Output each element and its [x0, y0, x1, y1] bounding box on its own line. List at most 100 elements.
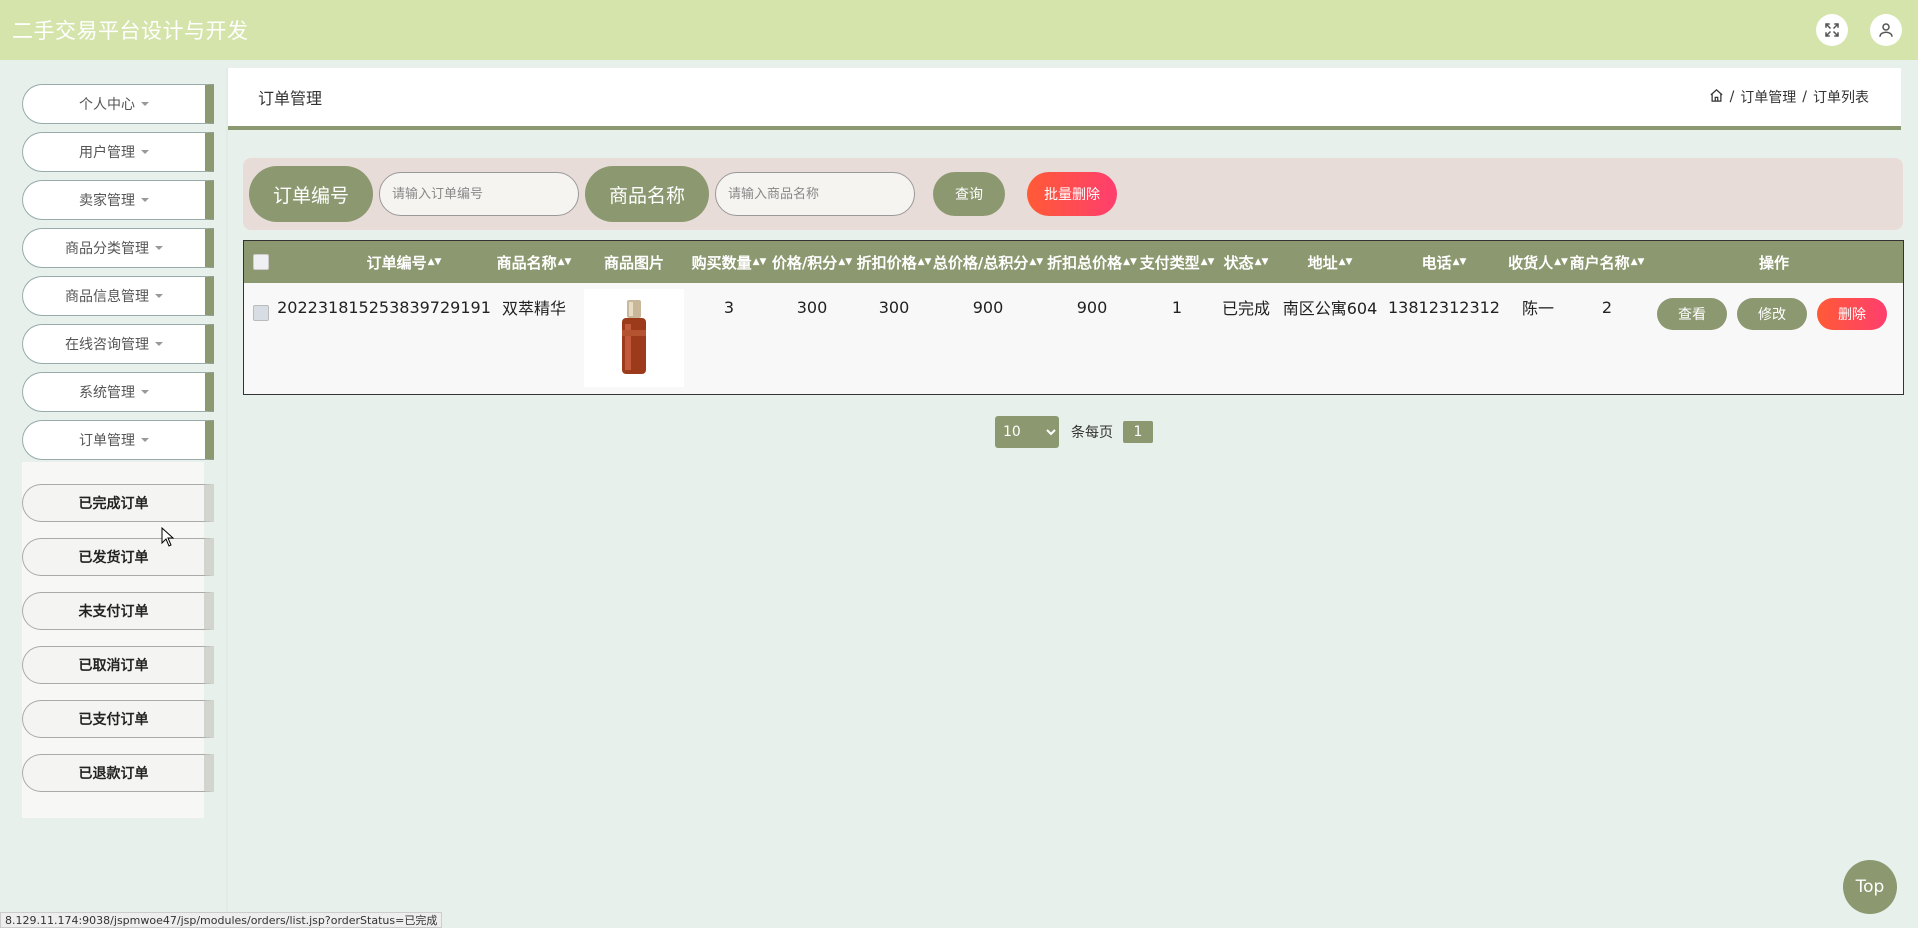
caret-down-icon [155, 246, 163, 250]
col-quantity[interactable]: 购买数量 ▲▼ [689, 241, 769, 283]
status-bar-url: 8.129.11.174:9038/jspmwoe47/jsp/modules/… [0, 912, 443, 928]
col-discount-total[interactable]: 折扣总价格 ▲▼ [1046, 241, 1138, 283]
sidebar-item-label: 订单管理 [79, 433, 135, 449]
breadcrumb-separator: / [1729, 89, 1735, 105]
col-pay-type[interactable]: 支付类型 ▲▼ [1138, 241, 1216, 283]
col-order-no[interactable]: 订单编号 ▲▼ [334, 241, 474, 283]
delete-button[interactable]: 删除 [1817, 298, 1887, 330]
col-merchant[interactable]: 商户名称 ▲▼ [1564, 241, 1650, 283]
cell-discount-total: 900 [1076, 297, 1108, 317]
cell-order-no: 202231815253839729191 [277, 297, 491, 317]
submenu-cancelled-orders[interactable]: 已取消订单 [22, 646, 214, 684]
select-all-checkbox[interactable] [253, 254, 269, 270]
fullscreen-icon[interactable] [1816, 14, 1848, 46]
app-title: 二手交易平台设计与开发 [12, 19, 249, 43]
sort-icon: ▲▼ [1630, 257, 1645, 267]
col-status[interactable]: 状态 ▲▼ [1218, 241, 1274, 283]
back-to-top-button[interactable]: Top [1843, 860, 1897, 914]
col-discount-price[interactable]: 折扣价格 ▲▼ [855, 241, 933, 283]
sort-icon: ▲▼ [1254, 257, 1269, 267]
submenu-shipped-orders[interactable]: 已发货订单 [22, 538, 214, 576]
col-product-name[interactable]: 商品名称 ▲▼ [484, 241, 584, 283]
col-product-image: 商品图片 [603, 253, 664, 272]
page-size-select[interactable]: 10 [995, 416, 1059, 448]
product-name-input[interactable] [715, 172, 916, 216]
sidebar-item-label: 用户管理 [79, 145, 135, 161]
sidebar-item-orders[interactable]: 订单管理 [22, 420, 214, 460]
sidebar-item-sellers[interactable]: 卖家管理 [22, 180, 214, 220]
sort-icon: ▲▼ [752, 257, 767, 267]
main-header: 订单管理 / 订单管理 / 订单列表 [228, 68, 1901, 130]
breadcrumb: / 订单管理 / 订单列表 [1709, 87, 1869, 107]
sidebar-item-label: 卖家管理 [79, 193, 135, 209]
breadcrumb-item-orders[interactable]: 订单管理 [1740, 87, 1796, 107]
col-receiver[interactable]: 收货人 ▲▼ [1506, 241, 1570, 283]
orders-table: 订单编号 ▲▼ 商品名称 ▲▼ 商品图片 购买数量 ▲▼ 价格/积分 ▲▼ 折扣价格 ▲▼… [243, 240, 1904, 395]
sidebar-item-products[interactable]: 商品信息管理 [22, 276, 214, 316]
table-header: 订单编号 ▲▼ 商品名称 ▲▼ 商品图片 购买数量 ▲▼ 价格/积分 ▲▼ 折扣价格 ▲▼… [244, 241, 1903, 283]
sidebar-item-categories[interactable]: 商品分类管理 [22, 228, 214, 268]
user-icon[interactable] [1870, 14, 1902, 46]
col-actions: 操作 [1758, 253, 1789, 272]
submenu-unpaid-orders[interactable]: 未支付订单 [22, 592, 214, 630]
sidebar-item-users[interactable]: 用户管理 [22, 132, 214, 172]
top-icons [1816, 14, 1902, 46]
cell-quantity: 3 [723, 297, 735, 317]
submenu-label: 已退款订单 [78, 766, 149, 782]
view-button[interactable]: 查看 [1657, 298, 1727, 330]
cell-total-price: 900 [972, 297, 1004, 317]
row-checkbox[interactable] [253, 305, 269, 321]
mouse-cursor-icon [161, 527, 175, 547]
sort-icon: ▲▼ [427, 257, 442, 267]
caret-down-icon [141, 438, 149, 442]
sort-icon: ▲▼ [557, 257, 572, 267]
batch-delete-button[interactable]: 批量删除 [1027, 172, 1118, 216]
sort-icon: ▲▼ [917, 257, 932, 267]
cell-discount-price: 300 [878, 297, 910, 317]
sidebar-item-consulting[interactable]: 在线咨询管理 [22, 324, 214, 364]
submenu-label: 未支付订单 [78, 604, 149, 620]
sidebar-item-system[interactable]: 系统管理 [22, 372, 214, 412]
cell-address: 南区公寓604 [1282, 299, 1378, 318]
submenu-refunded-orders[interactable]: 已退款订单 [22, 754, 214, 792]
caret-down-icon [155, 342, 163, 346]
search-bar: 订单编号 商品名称 查询 批量删除 [243, 158, 1903, 230]
breadcrumb-item-order-list: 订单列表 [1813, 90, 1869, 106]
cell-receiver: 陈一 [1521, 299, 1554, 318]
sort-icon: ▲▼ [838, 257, 853, 267]
edit-button[interactable]: 修改 [1737, 298, 1807, 330]
submenu-label: 已完成订单 [78, 496, 149, 512]
cell-pay-type: 1 [1171, 297, 1183, 317]
sidebar-item-label: 商品信息管理 [65, 289, 149, 305]
col-address[interactable]: 地址 ▲▼ [1280, 241, 1380, 283]
sort-icon: ▲▼ [1452, 257, 1467, 267]
submenu-paid-orders[interactable]: 已支付订单 [22, 700, 214, 738]
submenu-completed-orders[interactable]: 已完成订单 [22, 484, 214, 522]
per-page-label: 条每页 [1071, 425, 1113, 441]
sort-icon: ▲▼ [1123, 257, 1137, 267]
home-icon[interactable] [1709, 88, 1724, 107]
sort-icon: ▲▼ [1338, 257, 1353, 267]
col-price[interactable]: 价格/积分 ▲▼ [769, 241, 855, 283]
sort-icon: ▲▼ [1029, 257, 1044, 267]
col-total-price[interactable]: 总价格/总积分 ▲▼ [933, 241, 1043, 283]
product-image [584, 289, 684, 387]
caret-down-icon [141, 150, 149, 154]
sidebar-item-label: 商品分类管理 [65, 241, 149, 257]
sort-icon: ▲▼ [1200, 257, 1215, 267]
page-number-1[interactable]: 1 [1123, 421, 1153, 443]
cell-phone: 13812312312 [1388, 297, 1500, 317]
breadcrumb-separator: / [1802, 89, 1807, 105]
query-button[interactable]: 查询 [933, 172, 1006, 216]
order-no-input[interactable] [379, 172, 580, 216]
submenu-label: 已发货订单 [78, 550, 149, 566]
submenu-label: 已支付订单 [78, 712, 149, 728]
caret-down-icon [141, 198, 149, 202]
caret-down-icon [141, 390, 149, 394]
sidebar-item-label: 在线咨询管理 [65, 337, 149, 353]
caret-down-icon [155, 294, 163, 298]
col-phone[interactable]: 电话 ▲▼ [1384, 241, 1504, 283]
sidebar-item-personal-center[interactable]: 个人中心 [22, 84, 214, 124]
caret-down-icon [141, 102, 149, 106]
pagination: 10 条每页 1 [995, 416, 1153, 448]
